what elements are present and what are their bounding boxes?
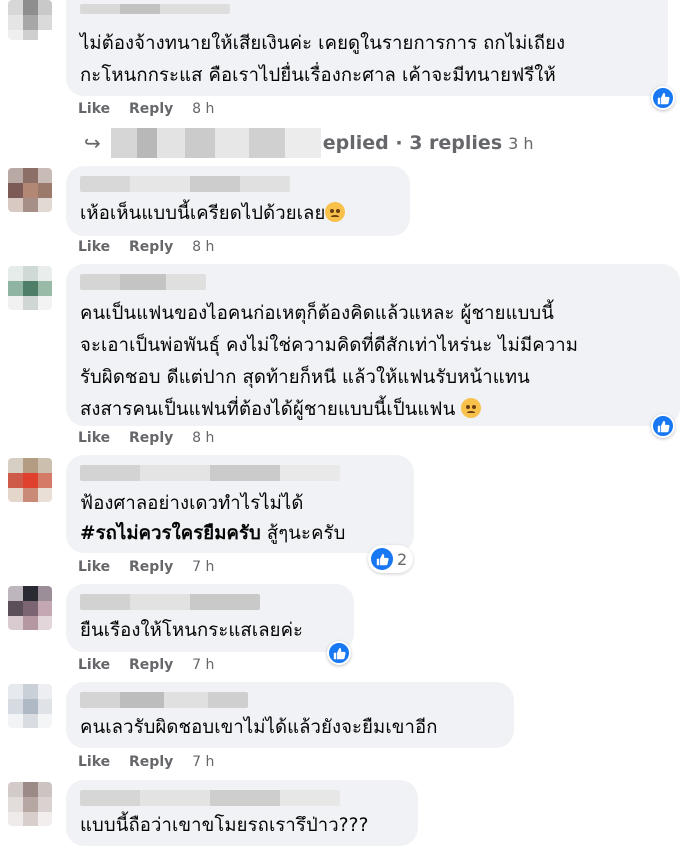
reaction-count: 2 (397, 549, 408, 569)
reply-button[interactable]: Reply (129, 559, 173, 575)
like-reaction-icon[interactable] (651, 86, 675, 110)
author-name[interactable] (80, 692, 248, 708)
timestamp[interactable]: 7 h (192, 754, 214, 770)
reply-button[interactable]: Reply (129, 657, 173, 673)
timestamp[interactable]: 3 h (508, 134, 533, 153)
timestamp[interactable]: 7 h (192, 657, 214, 673)
comment-text: ฟ้องศาลอย่างเดวทำไรไม่ได้ (80, 493, 304, 514)
like-button[interactable]: Like (78, 754, 110, 770)
relieved-face-emoji (461, 398, 482, 418)
comment-text: รับผิดชอบ ดีแต่ปาก สุดท้ายก็หนี แล้วให้แ… (80, 367, 530, 388)
author-name[interactable] (80, 176, 290, 192)
reply-arrow-icon: ↪ (84, 131, 101, 155)
comment-text: ไม่ต้องจ้างทนายให้เสียเงินค่ะ เคยดูในราย… (80, 33, 566, 54)
author-name[interactable] (80, 465, 340, 481)
like-reaction-icon[interactable] (651, 414, 675, 438)
like-button[interactable]: Like (78, 430, 110, 446)
timestamp[interactable]: 8 h (192, 430, 214, 446)
avatar[interactable] (8, 586, 52, 630)
timestamp[interactable]: 7 h (192, 559, 214, 575)
avatar[interactable] (8, 782, 52, 826)
avatar[interactable] (8, 266, 52, 310)
replier-avatar-blur (110, 128, 321, 158)
comment-bubble: แบบนี้ถือว่าเขาขโมยรถเรารึป่าว??? (66, 780, 418, 846)
reply-button[interactable]: Reply (129, 754, 173, 770)
comment-text: จะเอาเป็นพ่อพันธุ์ คงไม่ใช่ความคิดที่ดีส… (80, 335, 579, 356)
author-name[interactable] (80, 790, 340, 806)
reply-button[interactable]: Reply (129, 239, 173, 255)
hashtag-link[interactable]: #รถไม่ควรใครยืมครับ (80, 523, 261, 544)
comment-text: #รถไม่ควรใครยืมครับ สู้ๆนะครับ (80, 523, 346, 544)
replies-count-text[interactable]: eplied · 3 replies (323, 132, 502, 154)
avatar[interactable] (8, 168, 52, 212)
author-name[interactable] (80, 274, 206, 290)
reply-button[interactable]: Reply (129, 430, 173, 446)
comment-bubble: ฟ้องศาลอย่างเดวทำไรไม่ได้ #รถไม่ควรใครยื… (66, 455, 414, 553)
reply-button[interactable]: Reply (129, 101, 173, 117)
comment-text: สงสารคนเป็นแฟนที่ต้องได้ผู้ชายแบบนี้เป็น… (80, 394, 666, 426)
comment-bubble: เห้อเห็นแบบนี้เครียดไปด้วยเลย (66, 166, 410, 236)
like-button[interactable]: Like (78, 101, 110, 117)
view-replies-link[interactable]: ↪ eplied · 3 replies 3 h (84, 128, 534, 158)
author-name[interactable] (80, 4, 230, 14)
like-button[interactable]: Like (78, 657, 110, 673)
comment-actions: Like Reply 7 h (78, 657, 214, 673)
comment-actions: Like Reply 8 h (78, 239, 214, 255)
comment-text: คนเลวรับผิดชอบเขาไม่ได้แล้วยังจะยืมเขาอี… (80, 717, 438, 738)
comment-text: ยืนเรืองให้โหนกระแสเลยค่ะ (80, 620, 304, 641)
comment-text: คนเป็นแฟนของไอคนก่อเหตุก็ต้องคิดแล้วแหละ… (80, 303, 555, 324)
comment-text: เห้อเห็นแบบนี้เครียดไปด้วยเลย (80, 200, 396, 228)
comment-text: แบบนี้ถือว่าเขาขโมยรถเรารึป่าว??? (80, 815, 369, 836)
reactions-summary[interactable]: 2 (368, 545, 414, 573)
like-button[interactable]: Like (78, 559, 110, 575)
comment-bubble: ไม่ต้องจ้างทนายให้เสียเงินค่ะ เคยดูในราย… (66, 0, 668, 96)
timestamp[interactable]: 8 h (192, 239, 214, 255)
author-name[interactable] (80, 594, 260, 610)
comment-actions: Like Reply 8 h (78, 101, 214, 117)
comment-bubble: คนเลวรับผิดชอบเขาไม่ได้แล้วยังจะยืมเขาอี… (66, 682, 514, 748)
comment-actions: Like Reply 8 h (78, 430, 214, 446)
like-button[interactable]: Like (78, 239, 110, 255)
avatar[interactable] (8, 458, 52, 502)
comment-bubble: ยืนเรืองให้โหนกระแสเลยค่ะ (66, 584, 354, 652)
like-reaction-icon (371, 548, 393, 570)
comment-text: กะโหนกกระแส คือเราไปยื่นเรื่องกะศาล เค้า… (80, 65, 556, 86)
timestamp[interactable]: 8 h (192, 101, 214, 117)
anguished-face-emoji (325, 202, 346, 222)
comment-actions: Like Reply 7 h (78, 754, 214, 770)
avatar[interactable] (8, 0, 52, 40)
avatar[interactable] (8, 684, 52, 728)
comment-actions: Like Reply 7 h (78, 559, 214, 575)
like-reaction-icon[interactable] (327, 641, 351, 665)
comment-bubble: คนเป็นแฟนของไอคนก่อเหตุก็ต้องคิดแล้วแหละ… (66, 264, 680, 426)
